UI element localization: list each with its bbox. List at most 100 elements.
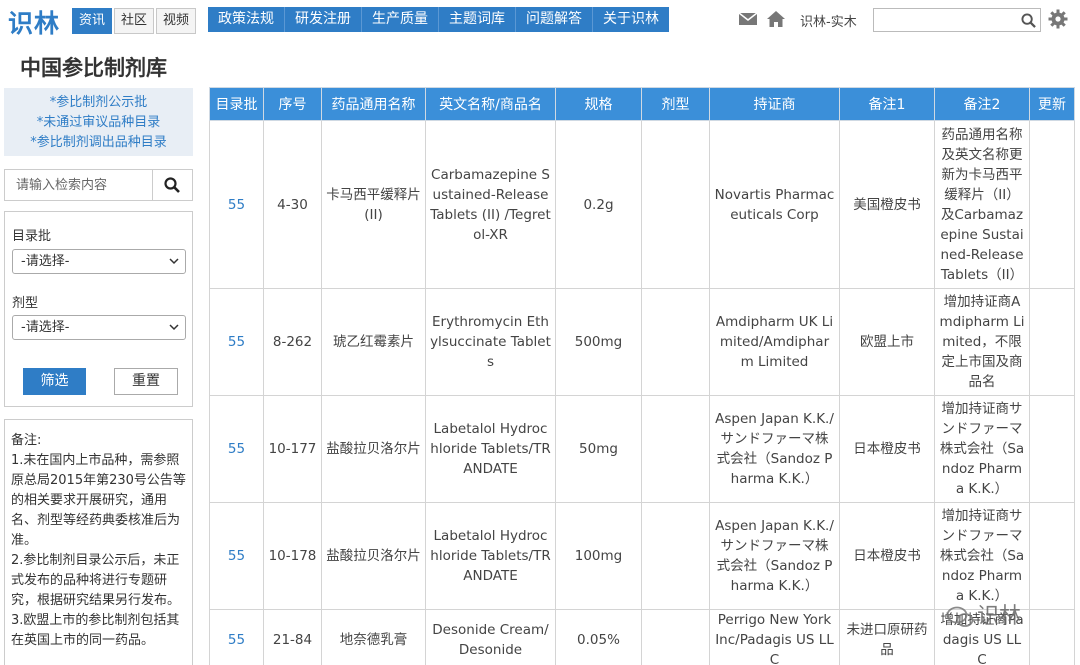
table-header-row: 目录批 序号 药品通用名称 英文名称/商品名 规格 剂型 持证商 备注1 备注2…: [209, 87, 1075, 121]
col-header-update[interactable]: 更新: [1029, 87, 1075, 121]
cell-en-name: Labetalol Hydrochloride Tablets/TRANDATE: [425, 502, 556, 610]
cell-en-name: Erythromycin Ethylsuccinate Tablets: [425, 288, 556, 396]
mail-icon[interactable]: [738, 10, 758, 28]
cell-cn-name: 卡马西平缓释片(II): [321, 120, 426, 289]
cell-cn-name: 琥乙红霉素片: [321, 288, 426, 396]
nav-item-rd-registration[interactable]: 研发注册: [285, 7, 362, 32]
table-row: 55 10-177 盐酸拉贝洛尔片 Labetalol Hydrochlorid…: [209, 395, 1075, 503]
cell-cn-name: 盐酸拉贝洛尔片: [321, 502, 426, 610]
section-tabs: 资讯 社区 视频: [72, 8, 198, 34]
tab-news[interactable]: 资讯: [72, 8, 113, 34]
cell-seq: 10-178: [263, 502, 322, 610]
table-row: 55 10-178 盐酸拉贝洛尔片 Labetalol Hydrochlorid…: [209, 502, 1075, 610]
sidebar-links: *参比制剂公示批 *未通过审议品种目录 *参比制剂调出品种目录: [4, 88, 193, 156]
cell-spec: 0.05%: [555, 609, 642, 665]
wechat-icon: [946, 606, 974, 627]
cell-form: [641, 395, 710, 503]
page-title: 中国参比制剂库: [20, 56, 167, 80]
cell-form: [641, 609, 710, 665]
header-icons: [738, 10, 794, 28]
cell-form: [641, 120, 710, 289]
table-row: 55 21-84 地奈德乳膏 Desonide Cream/Desonide 0…: [209, 609, 1075, 665]
col-header-en-name[interactable]: 英文名称/商品名: [425, 87, 556, 121]
user-name-link[interactable]: 识林-实木: [800, 11, 857, 30]
col-header-form[interactable]: 剂型: [641, 87, 710, 121]
search-icon[interactable]: [1021, 13, 1036, 28]
cell-holder: Amdipharm UK Limited/Amdipharm Limited: [709, 288, 840, 396]
cell-batch[interactable]: 55: [209, 502, 264, 610]
cell-note1: 美国橙皮书: [839, 120, 935, 289]
nav-item-qa[interactable]: 问题解答: [516, 7, 593, 32]
search-icon[interactable]: [164, 177, 180, 193]
col-header-seq[interactable]: 序号: [263, 87, 322, 121]
gear-icon[interactable]: [1048, 9, 1068, 29]
cell-note1: 未进口原研药品: [839, 609, 935, 665]
top-bar: 识林 资讯 社区 视频 政策法规 研发注册 生产质量 主题词库 问题解答 关于识…: [0, 0, 1080, 42]
cell-form: [641, 288, 710, 396]
col-header-holder[interactable]: 持证商: [709, 87, 840, 121]
col-header-spec[interactable]: 规格: [555, 87, 642, 121]
reset-button[interactable]: 重置: [114, 368, 178, 395]
cell-seq: 8-262: [263, 288, 322, 396]
sidebar-search: [4, 169, 193, 201]
filter-panel: 目录批 -请选择- 剂型 -请选择- 筛选 重置: [4, 211, 193, 407]
chevron-down-icon: [169, 324, 179, 331]
main-nav: 政策法规 研发注册 生产质量 主题词库 问题解答 关于识林: [208, 7, 669, 32]
link-rejected-list[interactable]: *未通过审议品种目录: [4, 113, 193, 133]
notes-heading: 备注:: [11, 433, 42, 448]
cell-seq: 10-177: [263, 395, 322, 503]
cell-update: [1029, 395, 1075, 503]
cell-spec: 0.2g: [555, 120, 642, 289]
batch-label: 目录批: [12, 229, 52, 244]
nav-item-glossary[interactable]: 主题词库: [439, 7, 516, 32]
nav-item-production-quality[interactable]: 生产质量: [362, 7, 439, 32]
cell-en-name: Desonide Cream/Desonide: [425, 609, 556, 665]
cell-seq: 4-30: [263, 120, 322, 289]
cell-form: [641, 502, 710, 610]
col-header-cn-name[interactable]: 药品通用名称: [321, 87, 426, 121]
cell-spec: 100mg: [555, 502, 642, 610]
note-item: 1.未在国内上市品种，需参照原总局2015年第230号公告等的相关要求开展研究，…: [11, 453, 186, 548]
header-search-input[interactable]: [873, 8, 1041, 32]
notes-panel: 备注: 1.未在国内上市品种，需参照原总局2015年第230号公告等的相关要求开…: [4, 419, 193, 665]
batch-select[interactable]: -请选择-: [12, 249, 186, 274]
col-header-batch[interactable]: 目录批: [209, 87, 264, 121]
cell-en-name: Labetalol Hydrochloride Tablets/TRANDATE: [425, 395, 556, 503]
col-header-note2[interactable]: 备注2: [934, 87, 1030, 121]
filter-button[interactable]: 筛选: [23, 368, 86, 395]
cell-cn-name: 地奈德乳膏: [321, 609, 426, 665]
col-header-note1[interactable]: 备注1: [839, 87, 935, 121]
table-row: 55 4-30 卡马西平缓释片(II) Carbamazepine Sustai…: [209, 120, 1075, 289]
cell-note2: 药品通用名称及英文名称更新为卡马西平缓释片（II）及Carbamazepine …: [934, 120, 1030, 289]
cell-batch[interactable]: 55: [209, 120, 264, 289]
cell-spec: 500mg: [555, 288, 642, 396]
chevron-down-icon: [169, 258, 179, 265]
cell-holder: Aspen Japan K.K./サンドファーマ株式会社（Sandoz Phar…: [709, 502, 840, 610]
cell-batch[interactable]: 55: [209, 395, 264, 503]
tab-video[interactable]: 视频: [156, 8, 197, 34]
cell-update: [1029, 120, 1075, 289]
cell-holder: Novartis Pharmaceuticals Corp: [709, 120, 840, 289]
cell-update: [1029, 288, 1075, 396]
batch-select-value: -请选择-: [21, 254, 70, 269]
link-published-batch[interactable]: *参比制剂公示批: [4, 93, 193, 113]
cell-cn-name: 盐酸拉贝洛尔片: [321, 395, 426, 503]
tab-community[interactable]: 社区: [114, 8, 155, 34]
cell-note2: 增加持证商サンドファーマ株式会社（Sandoz Pharma K.K.）: [934, 395, 1030, 503]
cell-note2: 增加持证商サンドファーマ株式会社（Sandoz Pharma K.K.）: [934, 502, 1030, 610]
watermark: 识林: [946, 598, 1021, 630]
home-icon[interactable]: [766, 10, 786, 28]
cell-spec: 50mg: [555, 395, 642, 503]
cell-en-name: Carbamazepine Sustained-Release Tablets …: [425, 120, 556, 289]
cell-batch[interactable]: 55: [209, 609, 264, 665]
nav-item-about[interactable]: 关于识林: [593, 7, 669, 32]
link-removed-list[interactable]: *参比制剂调出品种目录: [4, 133, 193, 153]
cell-batch[interactable]: 55: [209, 288, 264, 396]
note-item: 3.欧盟上市的参比制剂包括其在英国上市的同一药品。: [11, 613, 180, 648]
sidebar-search-input[interactable]: [5, 170, 153, 200]
watermark-text: 识林: [977, 604, 1022, 629]
form-select[interactable]: -请选择-: [12, 315, 186, 340]
cell-note1: 日本橙皮书: [839, 395, 935, 503]
site-logo[interactable]: 识林: [8, 4, 60, 40]
nav-item-policy[interactable]: 政策法规: [208, 7, 285, 32]
